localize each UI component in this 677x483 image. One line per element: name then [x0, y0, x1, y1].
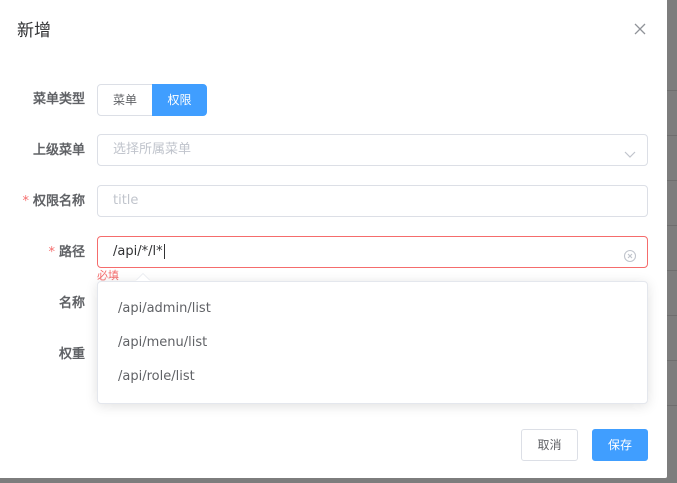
- path-input-value: /api/*/l*: [113, 244, 163, 259]
- name-label: 名称: [1, 296, 85, 312]
- weight-label-text: 权重: [58, 347, 85, 362]
- weight-label: 权重: [1, 347, 85, 363]
- parent-menu-label-text: 上级菜单: [32, 143, 85, 158]
- permission-name-label-text: 权限名称: [32, 194, 85, 209]
- permission-name-label: * 权限名称: [1, 194, 85, 210]
- background-overlay-right: [667, 0, 677, 483]
- parent-menu-label: 上级菜单: [1, 143, 85, 159]
- chevron-down-icon: [623, 143, 637, 158]
- cancel-button[interactable]: 取消: [521, 429, 578, 461]
- autocomplete-item[interactable]: /api/menu/list: [98, 326, 647, 360]
- dialog-title: 新增: [17, 21, 51, 41]
- permission-name-placeholder: title: [113, 193, 139, 208]
- add-dialog: 新增 菜单类型 菜单 权限 上级菜单 选择所属菜单 * 权限名称 title * 路…: [0, 0, 667, 478]
- radio-menu[interactable]: 菜单: [97, 84, 153, 116]
- permission-name-input[interactable]: title: [97, 185, 648, 217]
- path-input[interactable]: /api/*/l*: [97, 236, 648, 268]
- name-label-text: 名称: [58, 296, 85, 311]
- save-button[interactable]: 保存: [592, 429, 648, 461]
- clear-icon[interactable]: [623, 245, 637, 263]
- menu-type-label-text: 菜单类型: [32, 92, 85, 107]
- path-label-text: 路径: [58, 245, 85, 260]
- radio-permission[interactable]: 权限: [152, 84, 207, 116]
- autocomplete-item[interactable]: /api/admin/list: [98, 292, 647, 326]
- autocomplete-dropdown: /api/admin/list /api/menu/list /api/role…: [97, 281, 648, 404]
- required-mark: *: [48, 245, 55, 260]
- text-caret: [163, 244, 165, 259]
- dropdown-arrow: [136, 274, 150, 281]
- background-overlay-bottom: [0, 478, 677, 483]
- path-label: * 路径: [1, 245, 85, 261]
- autocomplete-item[interactable]: /api/role/list: [98, 360, 647, 394]
- parent-menu-placeholder: 选择所属菜单: [113, 142, 192, 157]
- parent-menu-select[interactable]: 选择所属菜单: [97, 134, 648, 166]
- required-mark: *: [22, 194, 29, 209]
- menu-type-label: 菜单类型: [1, 92, 85, 108]
- close-icon[interactable]: [630, 19, 650, 39]
- menu-type-radio-group: 菜单 权限: [97, 84, 207, 116]
